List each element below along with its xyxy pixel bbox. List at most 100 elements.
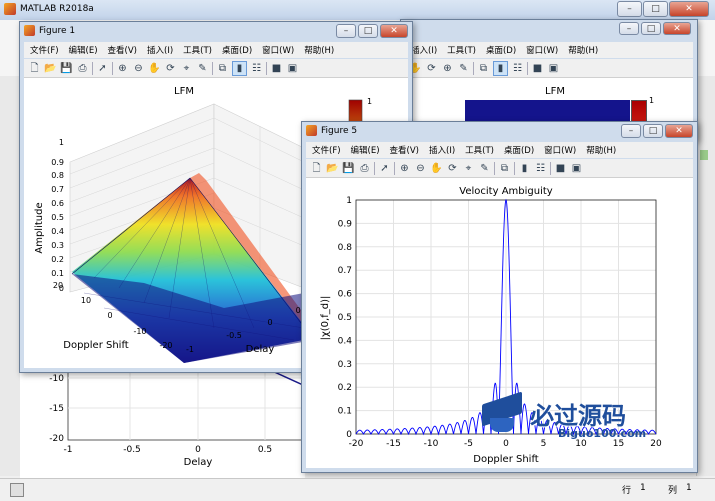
colorbar-icon[interactable]: ▮ [493, 60, 508, 76]
menu-insert[interactable]: 插入(I) [147, 44, 173, 56]
figure1-maximize-button[interactable]: □ [358, 24, 378, 38]
y-tick-label: 10 [81, 296, 91, 305]
z-tick-label: 0.1 [51, 269, 64, 278]
figure1-titlebar: Figure 1 – □ ✕ [20, 22, 412, 41]
figure1-minimize-button[interactable]: – [336, 24, 356, 38]
print-icon[interactable]: ⎙ [358, 162, 371, 175]
matlab-figure-icon [24, 25, 35, 36]
menu-window[interactable]: 窗口(W) [544, 144, 576, 156]
figure5-menubar: 文件(F) 编辑(E) 查看(V) 插入(I) 工具(T) 桌面(D) 窗口(W… [306, 142, 693, 158]
show-plot-tools-icon[interactable]: ▣ [570, 162, 583, 175]
rotate3d-icon[interactable]: ⟳ [164, 62, 177, 75]
datacursor-icon[interactable]: ⌖ [462, 162, 475, 175]
menu-tools[interactable]: 工具(T) [465, 144, 494, 156]
brush-icon[interactable]: ✎ [457, 62, 470, 75]
figure5-toolbar: 🗋 📂 💾 ⎙ ➚ ⊕ ⊖ ✋ ⟳ ⌖ ✎ ⧉ ▮ ☷ ■ ▣ [306, 159, 693, 178]
z-tick-label: 0.3 [51, 241, 64, 250]
close-button[interactable]: ✕ [669, 1, 709, 17]
rotate3d-icon[interactable]: ⟳ [446, 162, 459, 175]
menu-desktop[interactable]: 桌面(D) [486, 44, 516, 56]
show-plot-tools-icon[interactable]: ▣ [286, 62, 299, 75]
brush-icon[interactable]: ✎ [196, 62, 209, 75]
open-file-icon[interactable]: 📂 [44, 62, 57, 75]
y-tick-label: 0.6 [338, 290, 353, 300]
maximize-button[interactable]: □ [643, 1, 668, 17]
hide-plot-tools-icon[interactable]: ■ [531, 62, 544, 75]
menu-help[interactable]: 帮助(H) [304, 44, 334, 56]
edit-plot-arrow-icon[interactable]: ➚ [96, 62, 109, 75]
figure5-minimize-button[interactable]: – [621, 124, 641, 138]
zoom-out-icon[interactable]: ⊖ [132, 62, 145, 75]
open-file-icon[interactable]: 📂 [326, 162, 339, 175]
menu-file[interactable]: 文件(F) [30, 44, 59, 56]
figure5-close-button[interactable]: ✕ [665, 124, 693, 138]
y-tick-label: 0.1 [338, 407, 352, 417]
menu-file[interactable]: 文件(F) [312, 144, 341, 156]
link-plot-icon[interactable]: ⧉ [498, 162, 511, 175]
datacursor-icon[interactable]: ⊕ [441, 62, 454, 75]
zoom-in-icon[interactable]: ⊕ [116, 62, 129, 75]
hide-plot-tools-icon[interactable]: ■ [270, 62, 283, 75]
menu-tools[interactable]: 工具(T) [447, 44, 476, 56]
menu-window[interactable]: 窗口(W) [262, 44, 294, 56]
new-figure-icon[interactable]: 🗋 [310, 162, 323, 175]
lfm-plot-title: LFM [174, 86, 194, 97]
y-tick-label: 0.7 [338, 266, 352, 276]
back-figure-minimize-button[interactable]: – [619, 22, 639, 35]
status-row-label: 行 [622, 486, 632, 496]
status-col-value: 1 [686, 483, 692, 493]
menu-desktop[interactable]: 桌面(D) [504, 144, 534, 156]
figure1-close-button[interactable]: ✕ [380, 24, 408, 38]
brush-icon[interactable]: ✎ [478, 162, 491, 175]
lfm-xlabel: Delay [246, 344, 275, 355]
x-tick-label: -10 [424, 439, 439, 449]
zoom-in-icon[interactable]: ⊕ [398, 162, 411, 175]
legend-icon[interactable]: ☷ [511, 62, 524, 75]
behind-figure-plot: -10 -15 -20 -1 -0.5 0 0.5 Delay [20, 370, 305, 478]
menu-insert[interactable]: 插入(I) [411, 44, 437, 56]
rotate-icon[interactable]: ⟳ [425, 62, 438, 75]
legend-icon[interactable]: ☷ [250, 62, 263, 75]
menu-edit[interactable]: 编辑(E) [351, 144, 380, 156]
zoom-out-icon[interactable]: ⊖ [414, 162, 427, 175]
menu-help[interactable]: 帮助(H) [568, 44, 598, 56]
colorbar-icon[interactable]: ▮ [518, 162, 531, 175]
link-plot-icon[interactable]: ⧉ [216, 62, 229, 75]
current-folder-panel [0, 76, 21, 476]
behind-xtick-label: 0.5 [258, 445, 272, 455]
show-plot-tools-icon[interactable]: ▣ [547, 62, 560, 75]
datacursor-icon[interactable]: ⌖ [180, 62, 193, 75]
matlab-figure-icon [306, 125, 317, 136]
minimize-button[interactable]: – [617, 1, 642, 17]
edit-plot-arrow-icon[interactable]: ➚ [378, 162, 391, 175]
pan-hand-icon[interactable]: ✋ [430, 162, 443, 175]
z-tick-label: 0.5 [51, 213, 64, 222]
menu-desktop[interactable]: 桌面(D) [222, 44, 252, 56]
matlab-window-title: MATLAB R2018a [20, 4, 94, 14]
save-icon[interactable]: 💾 [60, 62, 73, 75]
print-icon[interactable]: ⎙ [76, 62, 89, 75]
menu-edit[interactable]: 编辑(E) [69, 44, 98, 56]
back-figure-maximize-button[interactable]: □ [641, 22, 661, 35]
back-figure-menubar: 插入(I) 工具(T) 桌面(D) 窗口(W) 帮助(H) [405, 42, 693, 58]
menu-view[interactable]: 查看(V) [390, 144, 419, 156]
menu-help[interactable]: 帮助(H) [586, 144, 616, 156]
pan-hand-icon[interactable]: ✋ [148, 62, 161, 75]
menu-window[interactable]: 窗口(W) [526, 44, 558, 56]
legend-icon[interactable]: ☷ [534, 162, 547, 175]
behind-ytick-label: -20 [49, 434, 64, 444]
menu-tools[interactable]: 工具(T) [183, 44, 212, 56]
colorbar-icon[interactable]: ▮ [232, 60, 247, 76]
matlab-logo-icon [4, 3, 16, 15]
chart-xlabel: Doppler Shift [473, 454, 539, 465]
figure5-maximize-button[interactable]: □ [643, 124, 663, 138]
link-icon[interactable]: ⧉ [477, 62, 490, 75]
back-figure-close-button[interactable]: ✕ [663, 22, 691, 35]
save-icon[interactable]: 💾 [342, 162, 355, 175]
menu-insert[interactable]: 插入(I) [429, 144, 455, 156]
behind-xtick-label: 0 [195, 445, 201, 455]
lfm-colorbar-top-label: 1 [367, 97, 372, 106]
hide-plot-tools-icon[interactable]: ■ [554, 162, 567, 175]
menu-view[interactable]: 查看(V) [108, 44, 137, 56]
new-figure-icon[interactable]: 🗋 [28, 62, 41, 75]
